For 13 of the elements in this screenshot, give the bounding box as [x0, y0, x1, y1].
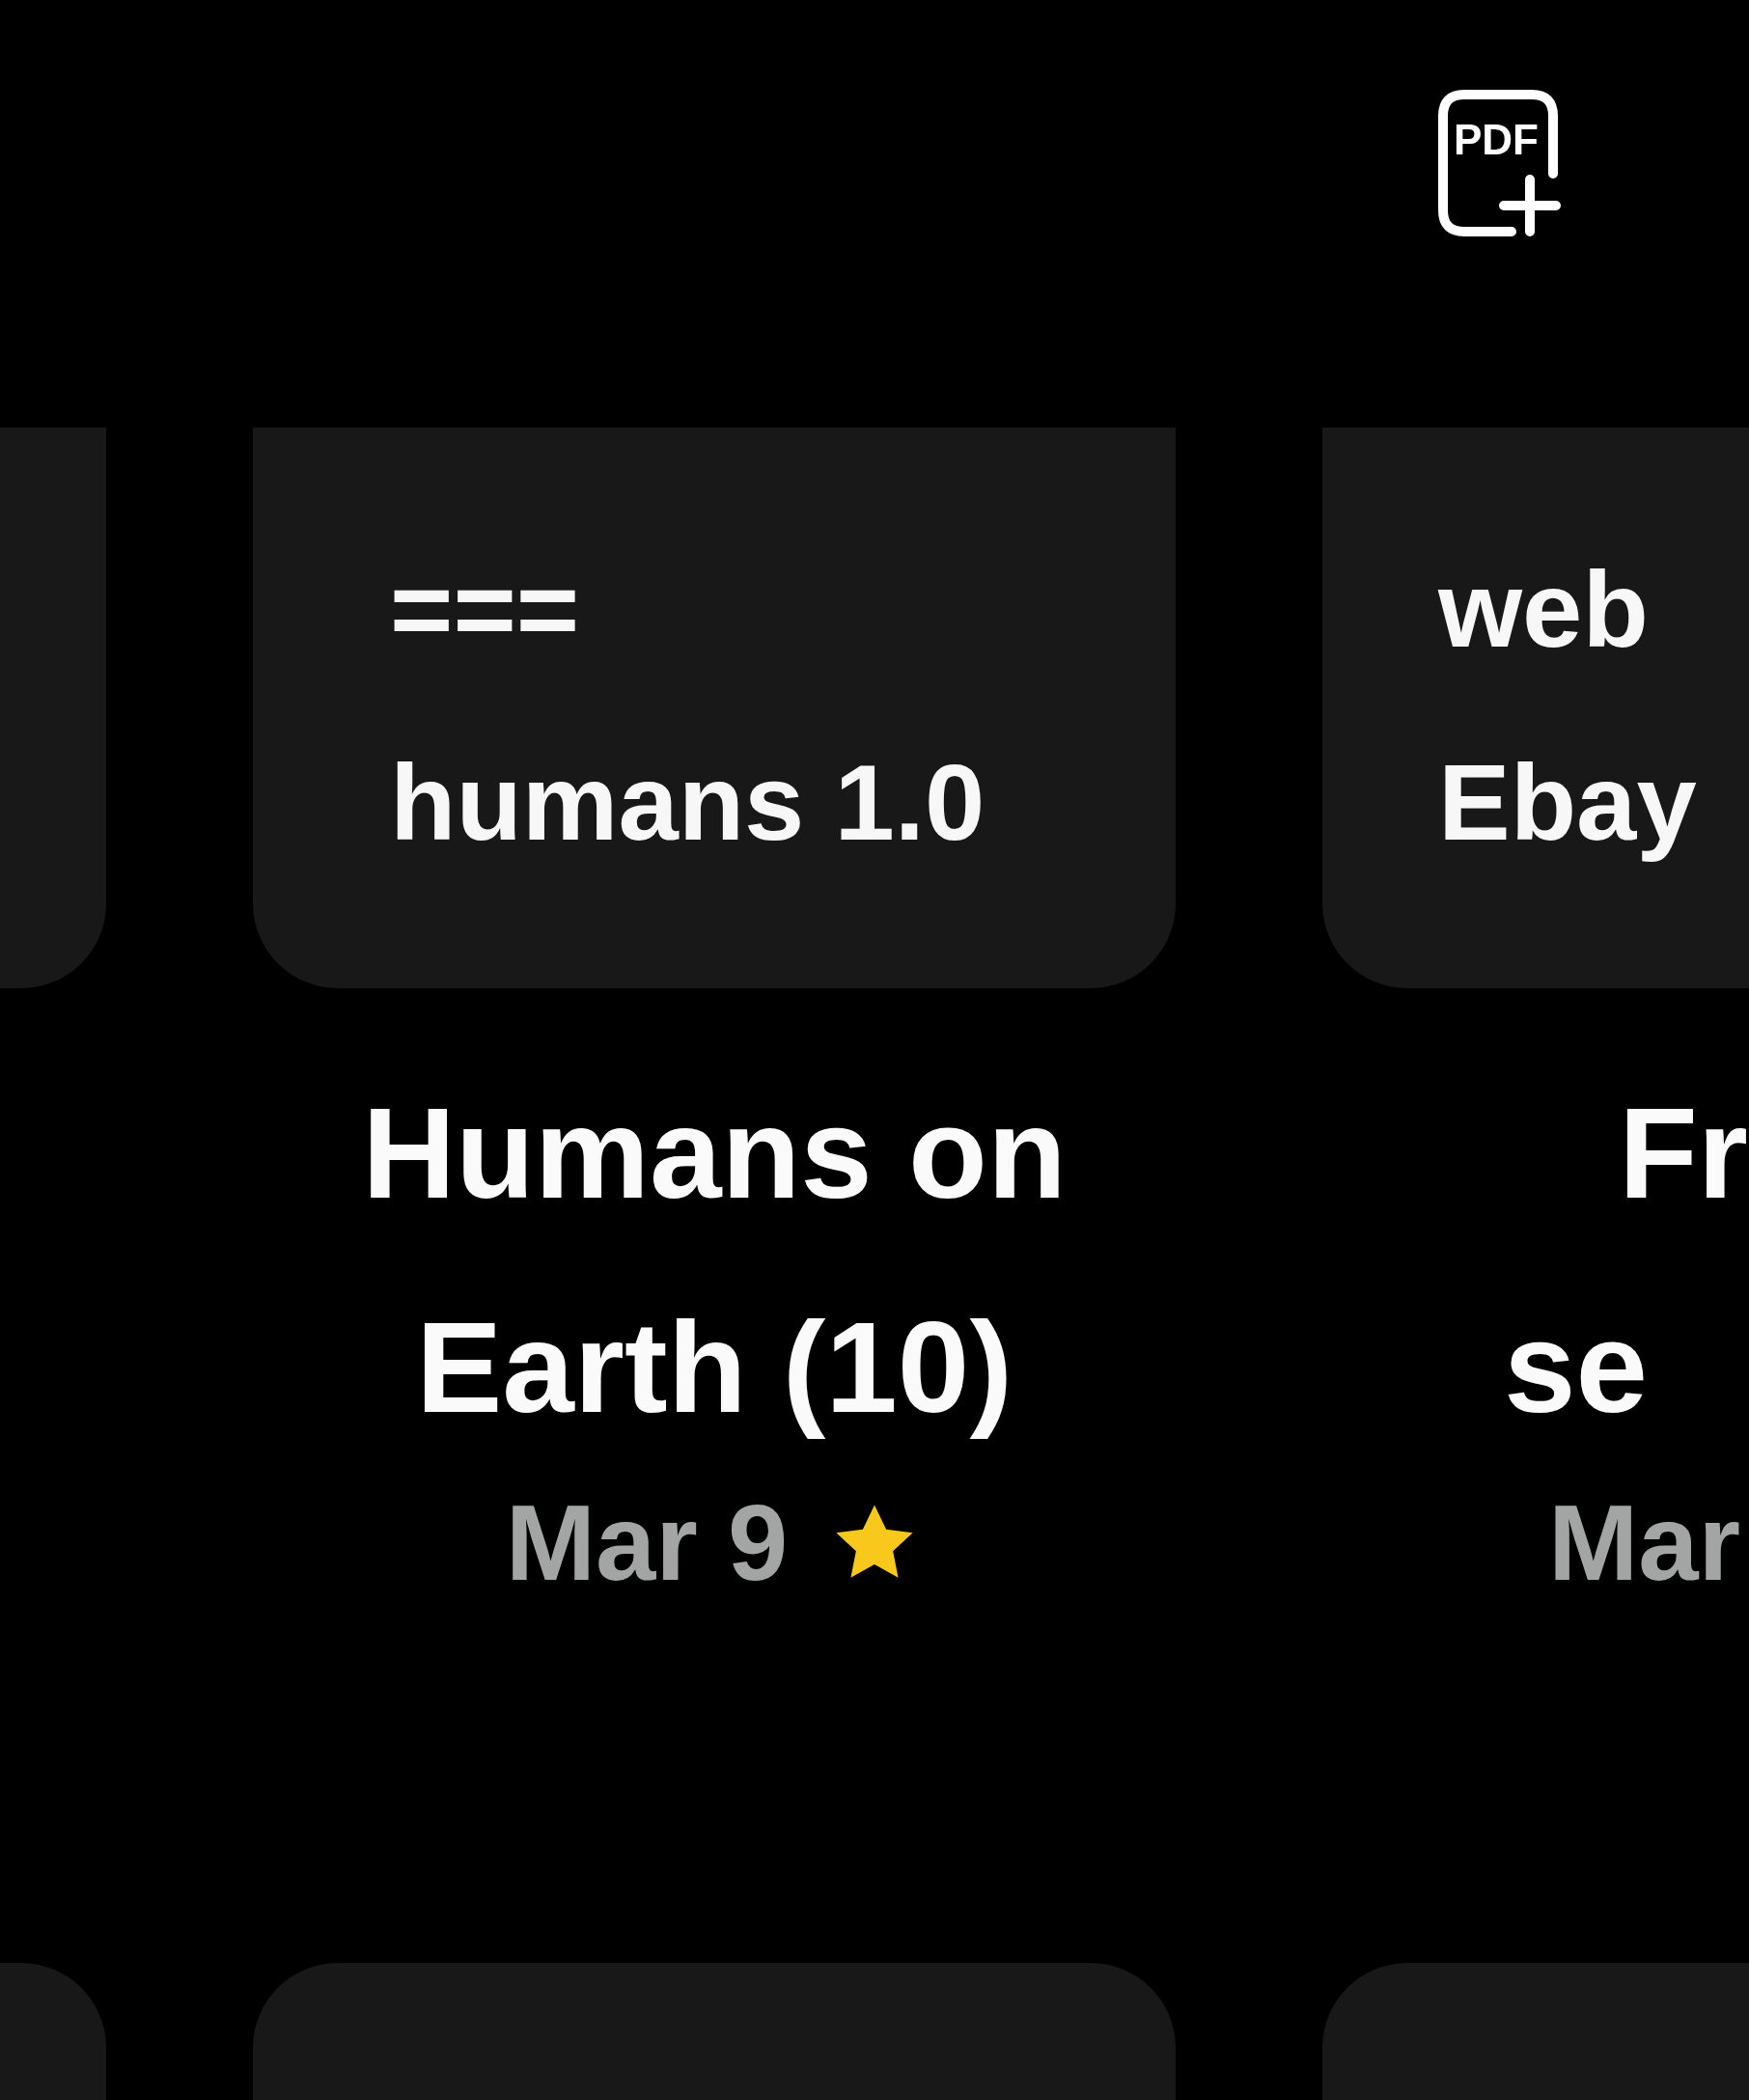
- note-date: Mar: [1548, 1481, 1741, 1605]
- note-card[interactable]: web Ebay: [1322, 428, 1749, 988]
- note-card[interactable]: === humans 1.0: [253, 428, 1176, 988]
- preview-text: humans 1.0: [390, 741, 986, 865]
- note-title: Fr: [1619, 1080, 1748, 1227]
- note-title: se: [1504, 1294, 1649, 1441]
- preview-text: web: [1438, 548, 1649, 672]
- note-title: Earth (10): [415, 1294, 1013, 1441]
- add-pdf-button[interactable]: PDF: [1435, 87, 1563, 241]
- note-title: Humans on: [362, 1080, 1067, 1227]
- note-date: Mar 9: [505, 1481, 789, 1605]
- preview-text: Ebay: [1438, 741, 1697, 865]
- preview-text: ===: [390, 548, 580, 672]
